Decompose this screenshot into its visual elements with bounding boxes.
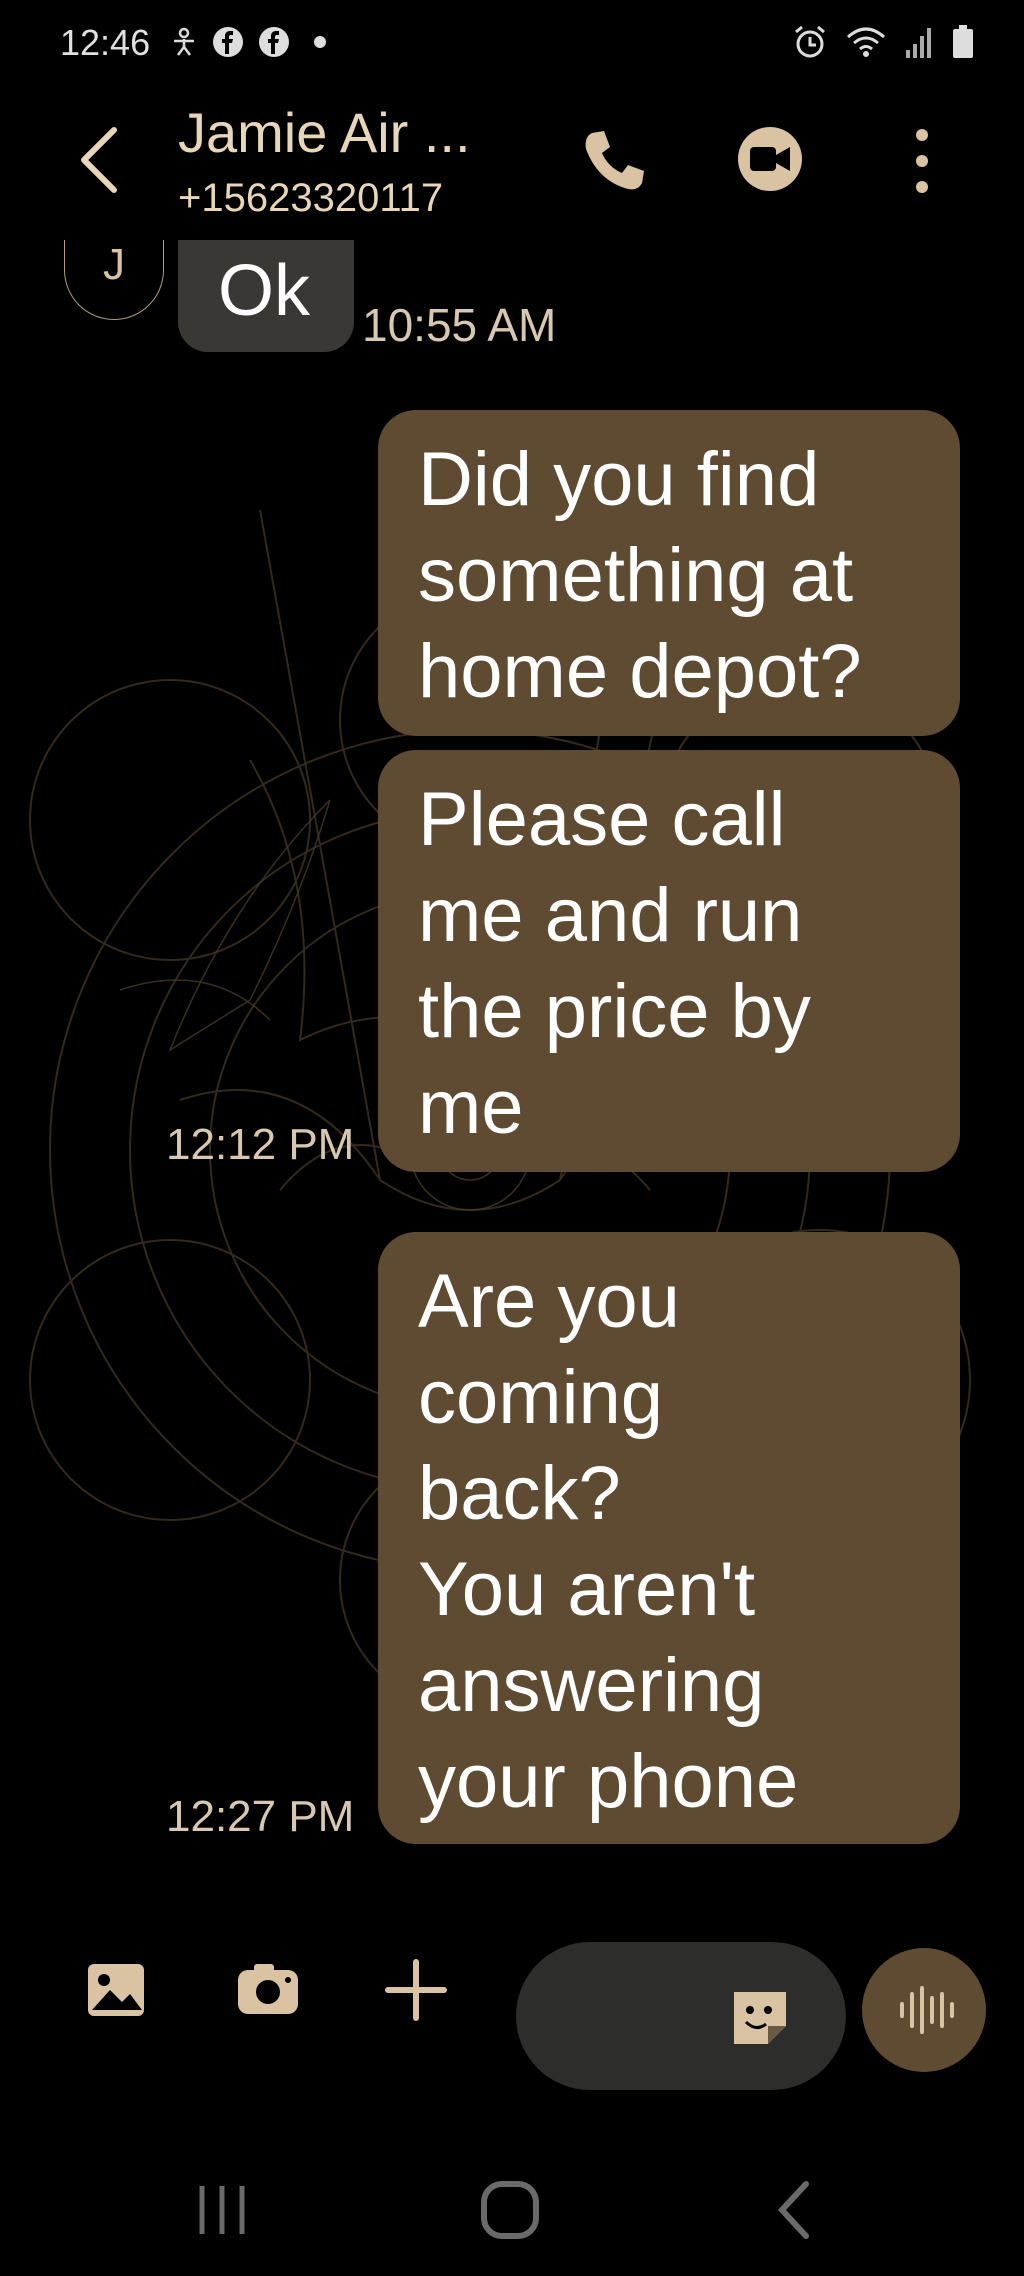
status-bar: 12:46: [0, 0, 1024, 90]
status-left-icons: [170, 26, 336, 58]
sticker-icon[interactable]: [728, 1986, 792, 2050]
outgoing-message-text: Are you coming back? You aren't answerin…: [418, 1259, 799, 1824]
phone-call-icon[interactable]: [578, 125, 650, 197]
contact-avatar[interactable]: J: [64, 240, 164, 320]
camera-icon[interactable]: [232, 1954, 304, 2026]
incoming-message-bubble[interactable]: Ok: [178, 240, 354, 352]
message-timestamp: 10:55 AM: [362, 299, 557, 351]
outgoing-message-text: Please call me and run the price by me: [418, 777, 811, 1150]
more-options-icon[interactable]: [902, 125, 942, 197]
dot-icon: [314, 36, 326, 48]
message-list[interactable]: J Ok 10:55 AM Did you find something at …: [0, 240, 1024, 1900]
outgoing-message-bubble[interactable]: Did you find something at home depot?: [378, 410, 960, 736]
facebook-icon: [259, 27, 289, 57]
home-icon[interactable]: [470, 2170, 550, 2250]
status-time: 12:46: [60, 22, 151, 63]
back-arrow-icon[interactable]: [70, 120, 130, 200]
conversation-header: Jamie Air ... +15623320117: [0, 90, 1024, 240]
nav-back-icon[interactable]: [754, 2170, 834, 2250]
contact-name[interactable]: Jamie Air ...: [178, 100, 471, 165]
contact-number: +15623320117: [178, 176, 444, 220]
accessibility-icon: [174, 27, 194, 56]
facebook-icon: [213, 27, 243, 57]
message-input[interactable]: [516, 1942, 846, 2090]
message-timestamp: 12:27 PM: [166, 1792, 355, 1841]
recent-apps-icon[interactable]: [182, 2170, 262, 2250]
battery-icon: [953, 25, 973, 58]
avatar-initial: J: [103, 240, 125, 289]
message-timestamp: 12:12 PM: [166, 1120, 355, 1169]
status-right-icons: [792, 24, 974, 60]
alarm-icon: [795, 25, 825, 58]
voice-wave-icon: [900, 1986, 954, 2034]
wifi-icon: [847, 27, 885, 57]
video-call-icon[interactable]: [736, 125, 804, 193]
signal-icon: [906, 28, 931, 58]
navigation-bar: [0, 2140, 1024, 2276]
outgoing-message-text: Did you find something at home depot?: [418, 437, 862, 714]
add-attachment-icon[interactable]: [380, 1954, 452, 2026]
voice-message-button[interactable]: [862, 1948, 986, 2072]
gallery-icon[interactable]: [80, 1954, 152, 2026]
incoming-message-text: Ok: [218, 251, 311, 331]
outgoing-message-bubble[interactable]: Please call me and run the price by me: [378, 750, 960, 1172]
outgoing-message-bubble[interactable]: Are you coming back? You aren't answerin…: [378, 1232, 960, 1844]
message-composer: [0, 1920, 1024, 2090]
